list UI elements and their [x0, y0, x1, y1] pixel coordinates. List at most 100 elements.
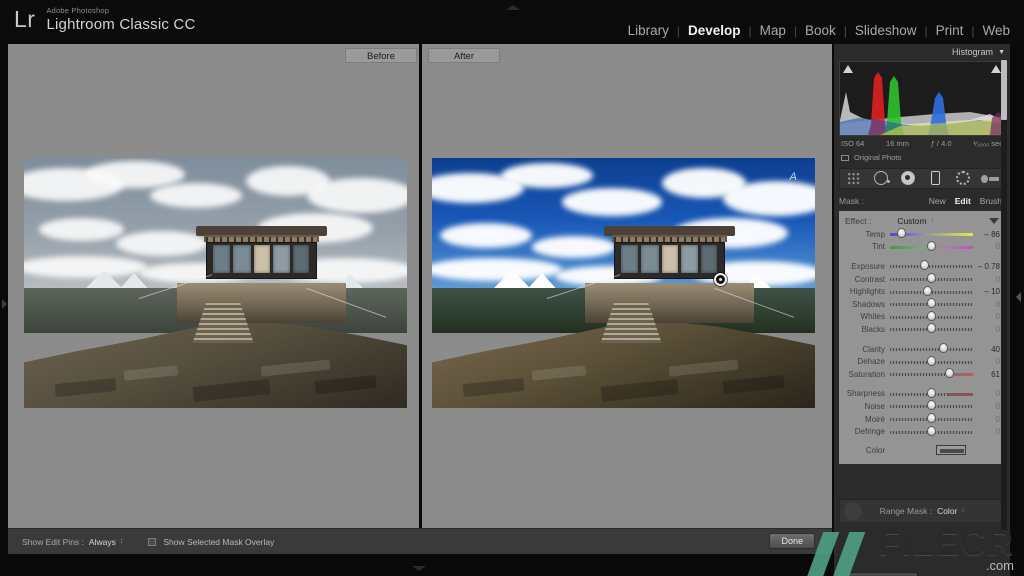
effect-value[interactable]: Custom [897, 216, 926, 226]
slider-row[interactable]: Tint0 [839, 241, 1005, 254]
slider-value[interactable]: 0 [973, 275, 1000, 284]
nav-item-book[interactable]: Book [797, 22, 844, 40]
slider-knob[interactable] [927, 311, 936, 321]
histogram-header[interactable]: Histogram ▼ [834, 44, 1010, 60]
right-panel-toggle-icon[interactable] [1016, 292, 1021, 302]
slider-value[interactable]: 61 [973, 370, 1000, 379]
highlight-clipping-icon[interactable] [991, 65, 1001, 73]
slider-value[interactable]: – 10 [973, 287, 1000, 296]
slider-row[interactable]: Saturation61 [839, 368, 1005, 381]
slider-value[interactable]: – 86 [973, 230, 1000, 239]
slider-track[interactable] [890, 287, 973, 297]
slider-row[interactable]: Noise0 [839, 400, 1005, 413]
slider-knob[interactable] [927, 273, 936, 283]
done-button[interactable]: Done [769, 533, 815, 549]
previous-button[interactable]: Previous [848, 572, 918, 576]
slider-knob[interactable] [927, 388, 936, 398]
slider-value[interactable]: 0 [973, 389, 1000, 398]
slider-knob[interactable] [927, 241, 936, 251]
top-panel-toggle-icon[interactable] [506, 5, 520, 10]
slider-track[interactable] [890, 369, 973, 379]
slider-track[interactable] [890, 357, 973, 367]
panel-scrollbar-track[interactable] [1001, 60, 1007, 530]
slider-track[interactable] [890, 389, 973, 399]
slider-row[interactable]: Whites0 [839, 311, 1005, 324]
slider-value[interactable]: 40 [973, 345, 1000, 354]
slider-track[interactable] [890, 414, 973, 424]
nav-item-print[interactable]: Print [928, 22, 972, 40]
nav-item-map[interactable]: Map [752, 22, 794, 40]
slider-track[interactable] [890, 261, 973, 271]
edit-pins-value[interactable]: Always [89, 537, 116, 547]
before-image[interactable] [24, 158, 407, 408]
after-image[interactable]: A [432, 158, 815, 408]
slider-row[interactable]: Sharpness0 [839, 388, 1005, 401]
slider-track[interactable] [890, 312, 973, 322]
slider-row[interactable]: Temp– 86 [839, 228, 1005, 241]
slider-knob[interactable] [945, 368, 954, 378]
panel-scrollbar-thumb[interactable] [1001, 60, 1007, 120]
histogram-graph[interactable] [839, 61, 1005, 136]
mask-option-edit[interactable]: Edit [955, 196, 971, 206]
slider-knob[interactable] [939, 343, 948, 353]
effect-caret-icon[interactable]: ↕ [931, 218, 934, 224]
edit-pin[interactable] [714, 273, 727, 286]
slider-knob[interactable] [897, 228, 906, 238]
red-eye-tool[interactable] [899, 171, 917, 186]
nav-item-develop[interactable]: Develop [680, 22, 749, 40]
slider-knob[interactable] [927, 356, 936, 366]
slider-knob[interactable] [920, 260, 929, 270]
left-panel-toggle-icon[interactable] [2, 299, 7, 309]
slider-row[interactable]: Shadows0 [839, 298, 1005, 311]
crop-overlay-tool[interactable] [845, 171, 863, 186]
color-swatch[interactable] [936, 445, 966, 455]
nav-item-slideshow[interactable]: Slideshow [847, 22, 925, 40]
shadow-clipping-icon[interactable] [843, 65, 853, 73]
radial-filter-tool[interactable] [954, 171, 972, 186]
slider-track[interactable] [890, 242, 973, 252]
effect-menu-icon[interactable] [989, 218, 999, 224]
slider-value[interactable]: 0 [973, 325, 1000, 334]
slider-track[interactable] [890, 299, 973, 309]
slider-track[interactable] [890, 401, 973, 411]
bottom-panel-toggle-icon[interactable] [412, 566, 426, 571]
range-mask-caret-icon[interactable]: ↕ [961, 508, 964, 514]
slider-knob[interactable] [927, 413, 936, 423]
slider-row[interactable]: Exposure– 0.78 [839, 260, 1005, 273]
spot-removal-tool[interactable] [872, 171, 890, 186]
slider-knob[interactable] [927, 298, 936, 308]
slider-row[interactable]: Clarity40 [839, 343, 1005, 356]
slider-track[interactable] [890, 344, 973, 354]
slider-track[interactable] [890, 229, 973, 239]
original-photo-row[interactable]: Original Photo [841, 151, 1003, 164]
slider-track[interactable] [890, 427, 973, 437]
slider-value[interactable]: 0 [973, 242, 1000, 251]
slider-track[interactable] [890, 274, 973, 284]
slider-row[interactable]: Defringe0 [839, 425, 1005, 438]
slider-knob[interactable] [927, 400, 936, 410]
slider-knob[interactable] [927, 426, 936, 436]
nav-item-web[interactable]: Web [974, 22, 1018, 40]
slider-row[interactable]: Highlights– 10 [839, 285, 1005, 298]
edit-pins-caret-icon[interactable]: ↕ [120, 538, 123, 545]
slider-row[interactable]: Blacks0 [839, 323, 1005, 336]
slider-row[interactable]: Dehaze0 [839, 355, 1005, 368]
slider-track[interactable] [890, 324, 973, 334]
adjustment-brush-tool[interactable] [981, 171, 999, 186]
mask-option-new[interactable]: New [929, 196, 946, 206]
slider-value[interactable]: 0 [973, 427, 1000, 436]
slider-value[interactable]: – 0.78 [973, 262, 1000, 271]
slider-knob[interactable] [923, 286, 932, 296]
slider-row[interactable]: Contrast0 [839, 273, 1005, 286]
slider-value[interactable]: 0 [973, 357, 1000, 366]
slider-value[interactable]: 0 [973, 402, 1000, 411]
graduated-filter-tool[interactable] [927, 171, 945, 186]
slider-row[interactable]: Moiré0 [839, 413, 1005, 426]
range-mask-value[interactable]: Color [937, 506, 957, 516]
effect-row[interactable]: Effect : Custom ↕ [839, 214, 1005, 228]
slider-value[interactable]: 0 [973, 300, 1000, 309]
nav-item-library[interactable]: Library [620, 22, 677, 40]
color-row[interactable]: Color [839, 442, 1005, 459]
slider-knob[interactable] [927, 323, 936, 333]
chevron-down-icon[interactable]: ▼ [998, 49, 1005, 56]
